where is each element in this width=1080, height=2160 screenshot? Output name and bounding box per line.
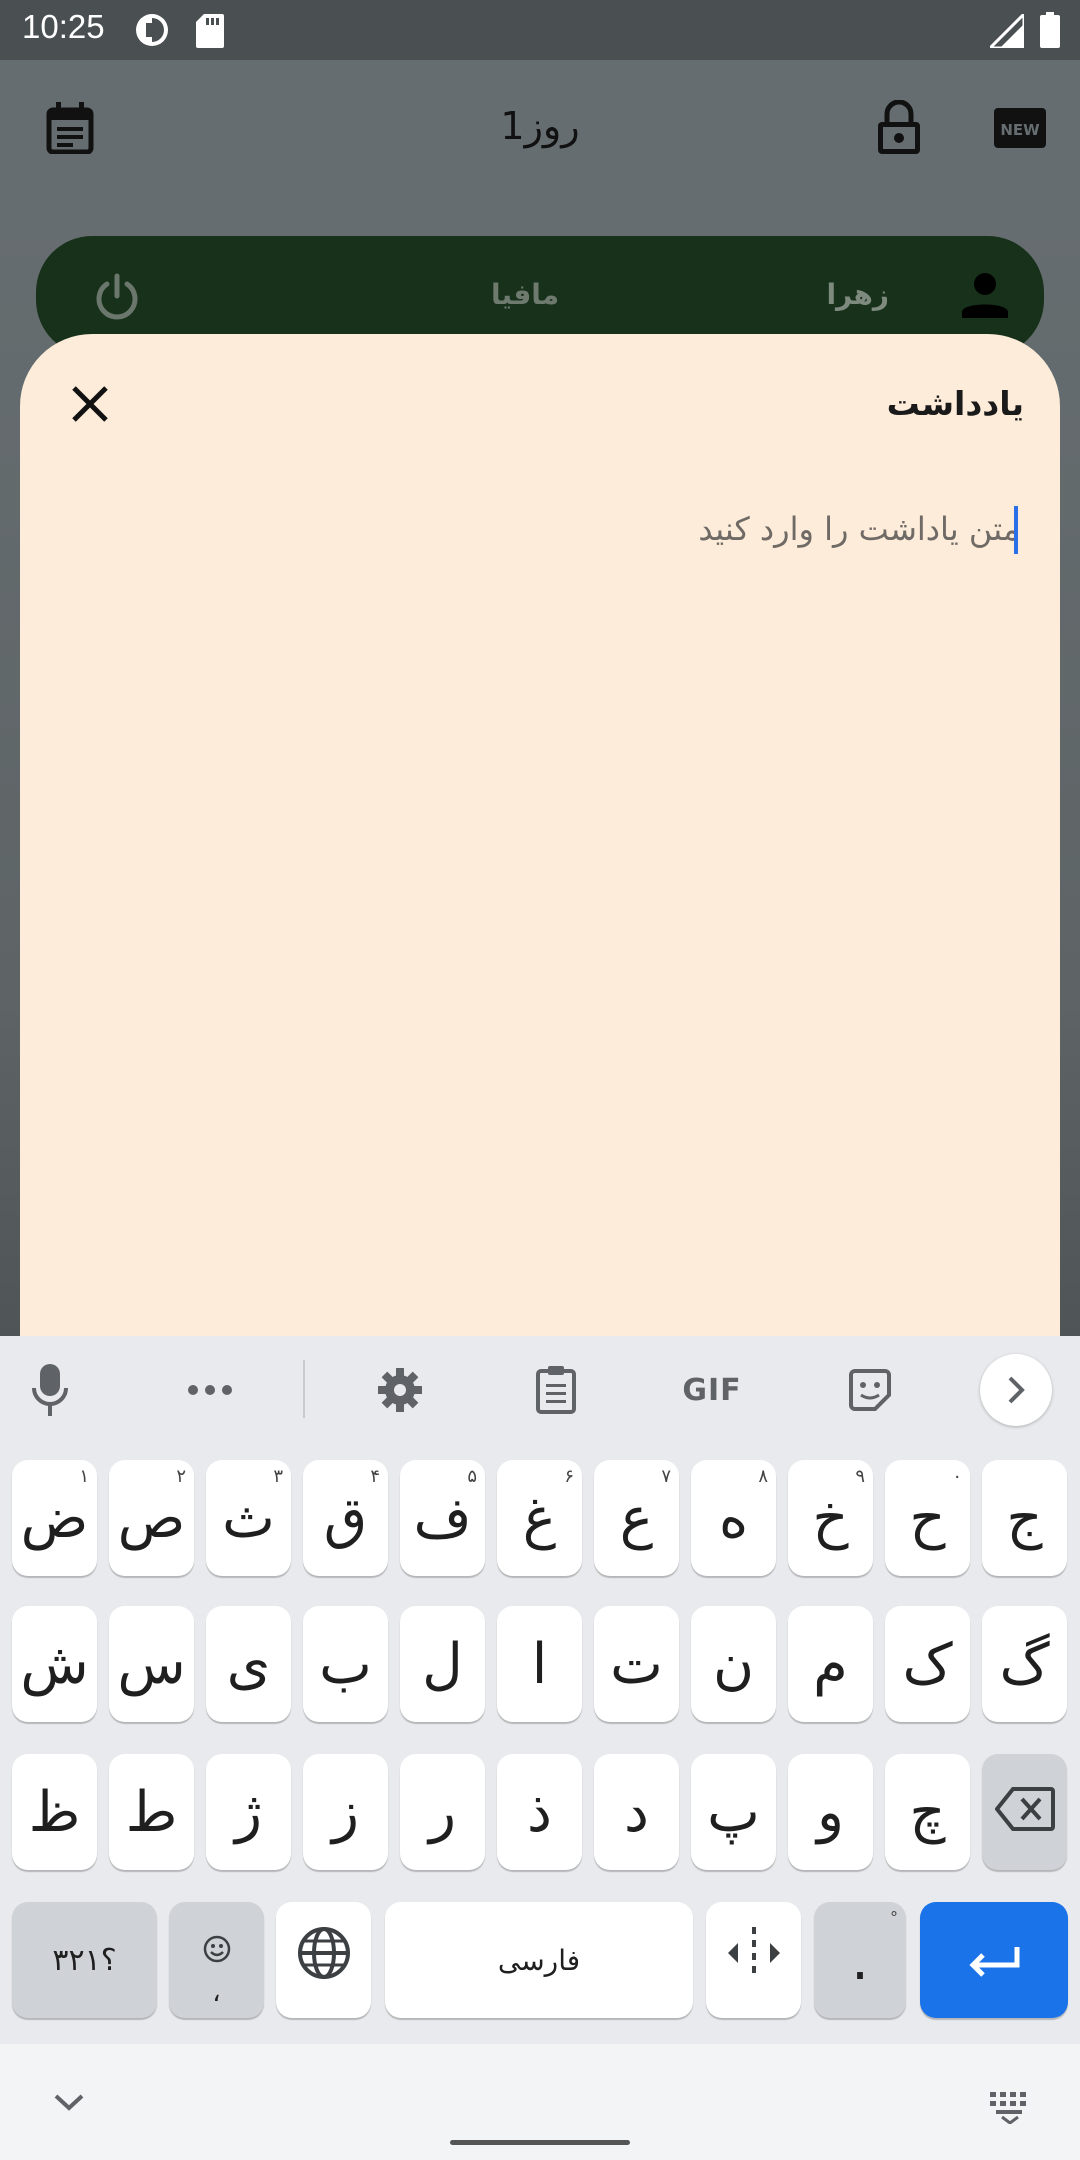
key[interactable]: گ [982,1606,1067,1722]
settings-gear-icon[interactable] [372,1362,428,1418]
battery-icon [1040,12,1060,52]
key[interactable]: ت [594,1606,679,1722]
gif-button[interactable]: GIF [680,1362,744,1418]
globe-icon [297,1926,351,1994]
cursor-move-key[interactable] [706,1902,801,2018]
app-bar: روز1 NEW [0,60,1080,200]
signal-icon [986,10,1026,52]
key[interactable]: ز [303,1754,388,1870]
app-notification-icon [134,12,170,52]
text-cursor [1014,506,1018,554]
player-role: مافیا [491,278,560,311]
gesture-handle [450,2140,630,2145]
key[interactable]: ث۳ [206,1460,291,1576]
new-badge-icon[interactable]: NEW [994,108,1046,152]
enter-arrow-icon [967,1928,1021,1993]
key[interactable]: ص۲ [109,1460,194,1576]
key[interactable]: ک [885,1606,970,1722]
backspace-icon [993,1780,1055,1845]
key[interactable]: ض۱ [12,1460,97,1576]
emoji-icon [202,1913,232,1978]
key[interactable]: ط [109,1754,194,1870]
key[interactable]: ج [982,1460,1067,1576]
navigation-bar [0,2044,1080,2160]
player-name: زهرا [826,278,889,311]
svg-text:NEW: NEW [1000,121,1040,139]
sticker-icon[interactable] [842,1362,898,1418]
key[interactable]: ف۵ [400,1460,485,1576]
note-text-input[interactable] [120,504,1020,554]
sd-card-icon [196,14,224,52]
microphone-icon[interactable] [22,1362,78,1418]
person-icon [962,272,1008,322]
chevron-right-icon[interactable] [980,1354,1052,1426]
soft-keyboard: GIF ض۱ ص۲ ث۳ ق۴ ف۵ غ۶ ع۷ ه۸ خ۹ ح۰ ج ش س … [0,1336,1080,2160]
key[interactable]: س [109,1606,194,1722]
key[interactable]: ر [400,1754,485,1870]
key[interactable]: ا [497,1606,582,1722]
key[interactable]: غ۶ [497,1460,582,1576]
key[interactable]: ذ [497,1754,582,1870]
gif-label: GIF [682,1372,742,1408]
key[interactable]: ن [691,1606,776,1722]
key[interactable]: ح۰ [885,1460,970,1576]
symbols-key[interactable]: ؟۳۲۱ [12,1902,157,2018]
key[interactable]: ب [303,1606,388,1722]
key[interactable]: ش [12,1606,97,1722]
comma-label: ، [212,1977,221,2008]
more-icon[interactable] [182,1362,238,1418]
clipboard-icon[interactable] [528,1362,584,1418]
key[interactable]: ق۴ [303,1460,388,1576]
key[interactable]: پ [691,1754,776,1870]
period-alt-hint: ° [890,1908,898,1927]
close-icon[interactable] [68,382,112,426]
key[interactable]: ه۸ [691,1460,776,1576]
language-key[interactable] [276,1902,371,2018]
keyboard-toolbar: GIF [0,1336,1080,1444]
key[interactable]: چ [885,1754,970,1870]
key[interactable]: و [788,1754,873,1870]
key[interactable]: ی [206,1606,291,1722]
note-sheet: یادداشت [20,334,1060,1344]
key[interactable]: ظ [12,1754,97,1870]
key[interactable]: م [788,1606,873,1722]
lock-icon[interactable] [876,99,922,160]
key[interactable]: ع۷ [594,1460,679,1576]
note-sheet-title: یادداشت [886,384,1024,423]
status-bar: 10:25 [0,0,1080,60]
emoji-comma-key[interactable]: ، [169,1902,264,2018]
key[interactable]: خ۹ [788,1460,873,1576]
key[interactable]: ل [400,1606,485,1722]
key[interactable]: ژ [206,1754,291,1870]
chevron-down-icon[interactable] [52,2092,86,2116]
status-time: 10:25 [22,8,105,45]
power-icon[interactable] [92,272,142,326]
enter-key[interactable] [920,1902,1068,2018]
space-key[interactable]: فارسی [385,1902,693,2018]
keyboard-switch-icon[interactable] [988,2090,1032,2128]
period-key[interactable]: . ° [814,1902,906,2018]
backspace-key[interactable] [982,1754,1067,1870]
toolbar-divider [303,1360,305,1418]
key[interactable]: د [594,1754,679,1870]
cursor-arrows-icon [724,1923,784,1997]
